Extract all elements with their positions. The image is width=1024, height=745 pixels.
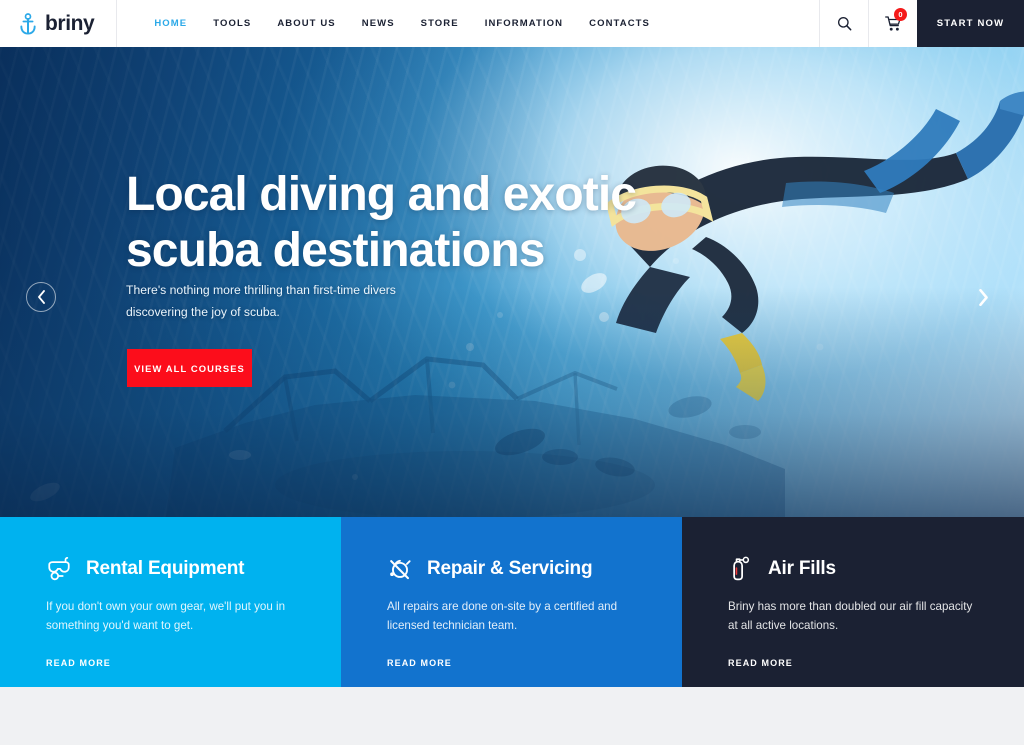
hero-slider: Local diving and exotic scuba destinatio…	[0, 47, 1024, 517]
search-button[interactable]	[819, 0, 868, 47]
feature-card-air-fills[interactable]: Air Fills Briny has more than doubled ou…	[682, 517, 1024, 687]
card-description: If you don't own your own gear, we'll pu…	[46, 600, 286, 632]
hero-title: Local diving and exotic scuba destinatio…	[126, 168, 637, 277]
read-more-link[interactable]: READ MORE	[387, 658, 452, 668]
nav-item-about-us[interactable]: ABOUT US	[264, 0, 348, 47]
hero-content: Local diving and exotic scuba destinatio…	[0, 47, 1024, 517]
card-description: Briny has more than doubled our air fill…	[728, 600, 973, 632]
card-header: Rental Equipment	[46, 555, 295, 583]
site-header: briny HOME TOOLS ABOUT US NEWS STORE INF…	[0, 0, 1024, 47]
nav-item-news[interactable]: NEWS	[349, 0, 408, 47]
cart-badge: 0	[894, 8, 907, 21]
read-more-link[interactable]: READ MORE	[46, 658, 111, 668]
cart-button[interactable]: 0	[868, 0, 917, 47]
view-all-courses-button[interactable]: VIEW ALL COURSES	[127, 349, 252, 387]
card-header: Air Fills	[728, 555, 978, 583]
start-now-button[interactable]: START NOW	[917, 0, 1024, 47]
hero-subtitle: There's nothing more thrilling than firs…	[126, 283, 396, 319]
card-title: Rental Equipment	[86, 558, 245, 579]
carousel-next-button[interactable]	[968, 282, 998, 312]
card-description: All repairs are done on-site by a certif…	[387, 600, 618, 632]
feature-card-rental-equipment[interactable]: Rental Equipment If you don't own your o…	[0, 517, 341, 687]
regulator-gauge-icon	[390, 559, 411, 580]
page-root: briny HOME TOOLS ABOUT US NEWS STORE INF…	[0, 0, 1024, 745]
feature-cards: Rental Equipment If you don't own your o…	[0, 517, 1024, 687]
air-tank-icon	[733, 556, 750, 581]
card-header: Repair & Servicing	[387, 555, 636, 583]
nav-item-store[interactable]: STORE	[408, 0, 472, 47]
page-footer-area	[0, 687, 1024, 745]
chevron-left-icon	[37, 290, 45, 304]
diving-mask-icon	[48, 557, 70, 581]
nav-item-home[interactable]: HOME	[141, 0, 200, 47]
brand-name: briny	[45, 11, 95, 35]
nav-item-tools[interactable]: TOOLS	[200, 0, 264, 47]
nav-item-information[interactable]: INFORMATION	[472, 0, 576, 47]
anchor-icon	[20, 12, 36, 35]
nav-item-contacts[interactable]: CONTACTS	[576, 0, 663, 47]
main-navigation: HOME TOOLS ABOUT US NEWS STORE INFORMATI…	[117, 0, 819, 47]
card-title: Air Fills	[768, 558, 836, 579]
brand-logo[interactable]: briny	[0, 0, 118, 47]
feature-card-repair-servicing[interactable]: Repair & Servicing All repairs are done …	[341, 517, 682, 687]
card-title: Repair & Servicing	[427, 558, 593, 579]
carousel-prev-button[interactable]	[26, 282, 56, 312]
search-icon	[837, 17, 851, 31]
read-more-link[interactable]: READ MORE	[728, 658, 793, 668]
chevron-right-icon	[978, 288, 988, 306]
